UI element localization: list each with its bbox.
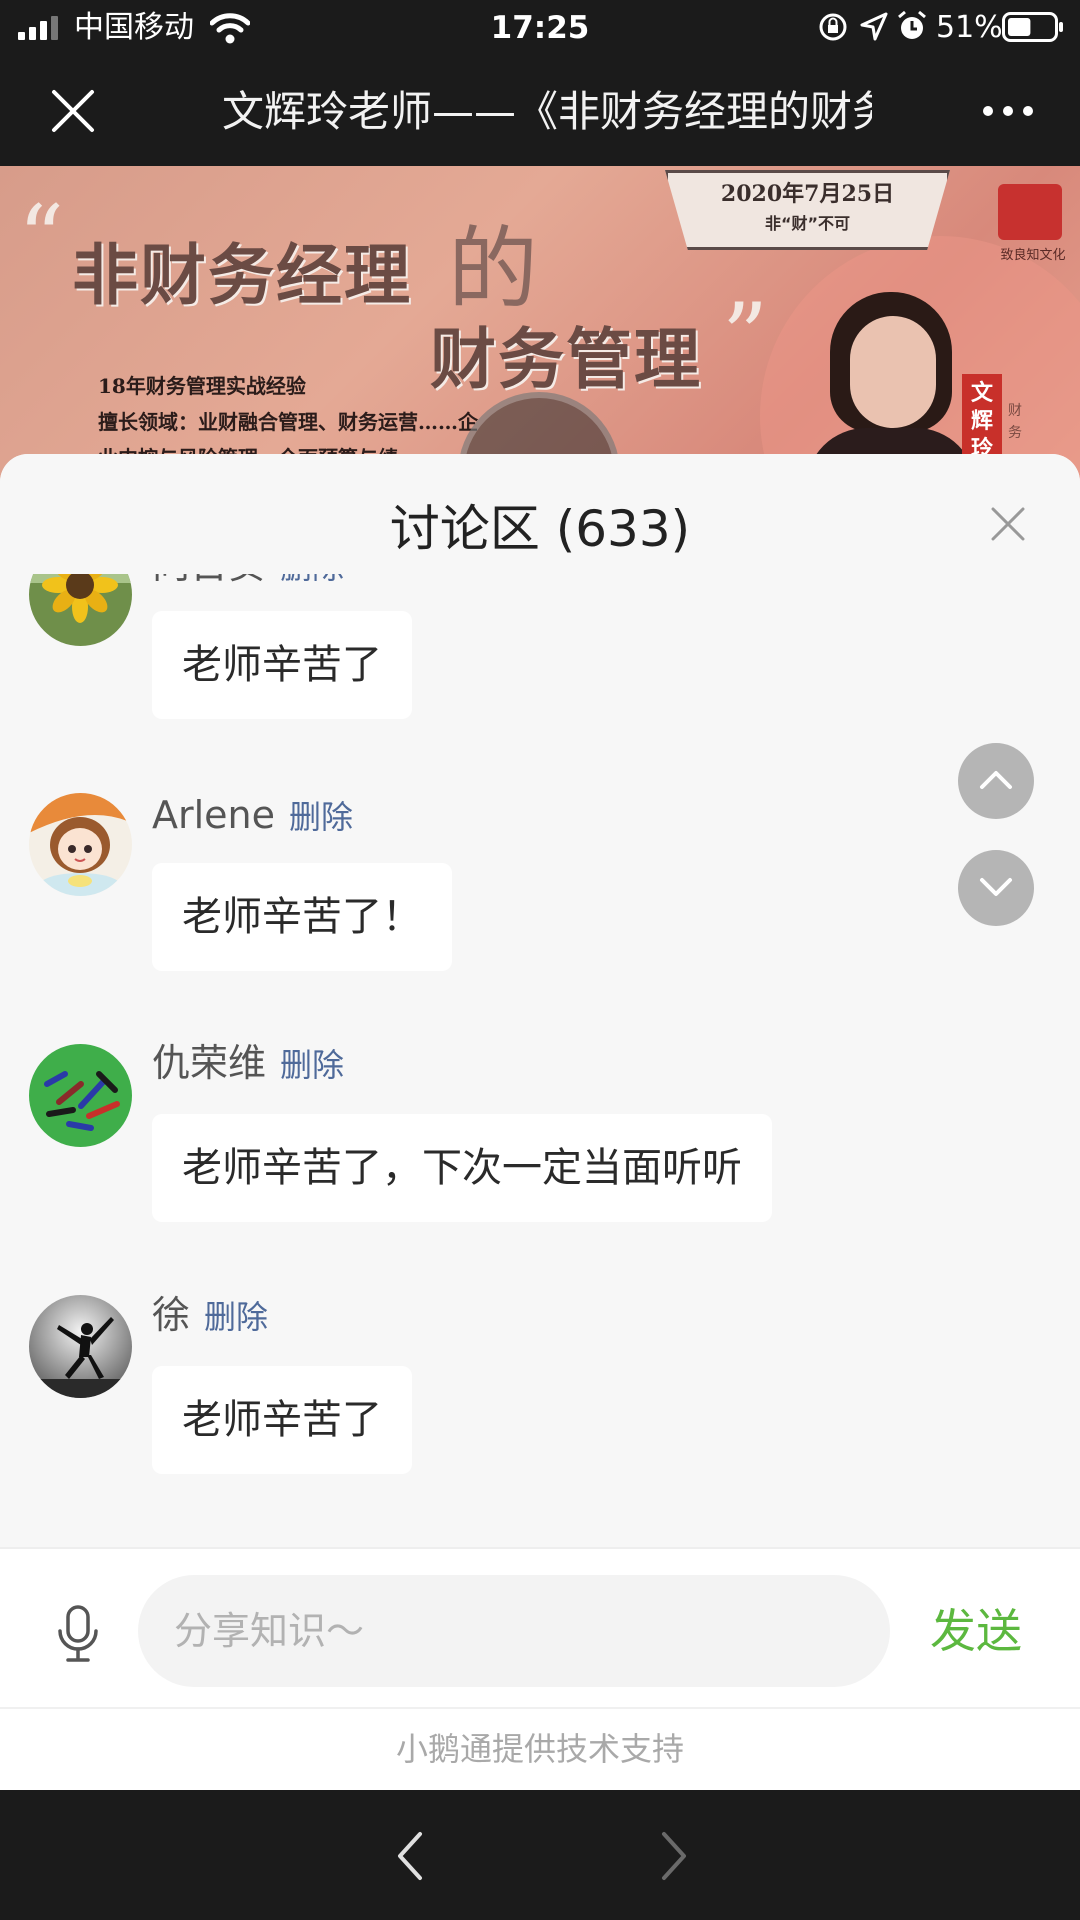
powered-by: 小鹅通提供技术支持 bbox=[0, 1707, 1080, 1790]
speaker-name: 文辉玲 bbox=[970, 381, 993, 462]
chevron-down-icon bbox=[980, 878, 1012, 896]
banner-headline-3: 财务管理 bbox=[430, 321, 702, 398]
microphone-icon[interactable] bbox=[56, 1605, 100, 1663]
title-bar: 文辉玲老师——《非财务经理的财务管理》 bbox=[0, 56, 1080, 166]
comment-author: 徐 bbox=[152, 1293, 191, 1337]
comment-author: Arlene bbox=[152, 793, 276, 837]
banner-headline-1: 非财务经理 bbox=[72, 237, 412, 314]
avatar[interactable] bbox=[29, 1295, 132, 1398]
quote-open: “ bbox=[18, 186, 65, 291]
delete-link[interactable]: 删除 bbox=[289, 798, 353, 836]
scroll-up-button[interactable] bbox=[958, 743, 1034, 819]
delete-link[interactable]: 删除 bbox=[280, 1046, 344, 1084]
comment-bubble: 老师辛苦了！ bbox=[152, 863, 452, 971]
delete-link[interactable]: 删除 bbox=[204, 1298, 268, 1336]
back-arrow-icon[interactable] bbox=[392, 1830, 428, 1882]
quote-close: ” bbox=[722, 284, 769, 389]
banner-text-line: 擅长领域：业财融合管理、财务运营……企 bbox=[98, 410, 478, 434]
comment-bubble: 老师辛苦了 bbox=[152, 1366, 412, 1474]
scroll-down-button[interactable] bbox=[958, 850, 1034, 926]
discussion-title: 讨论区 (633) bbox=[389, 500, 691, 558]
comment-list[interactable]: 向日葵删除 老师辛苦了 bbox=[0, 454, 1080, 1547]
avatar[interactable] bbox=[29, 1044, 132, 1147]
page-title: 文辉玲老师——《非财务经理的财务管理》 bbox=[222, 87, 872, 136]
close-icon[interactable] bbox=[990, 506, 1026, 542]
status-bar: 中国移动 17:25 51% bbox=[0, 0, 1080, 56]
location-icon bbox=[860, 12, 888, 41]
forward-arrow-icon[interactable] bbox=[656, 1830, 692, 1882]
video-banner[interactable]: 2020年7月25日 非“财”不可 致良知文化 “ 非财务经理 的 财务管理 ”… bbox=[0, 166, 1080, 486]
orientation-lock-icon bbox=[819, 13, 847, 41]
chevron-up-icon bbox=[980, 771, 1012, 789]
comment-bubble: 老师辛苦了 bbox=[152, 611, 412, 719]
alarm-icon bbox=[898, 10, 926, 39]
discussion-header: 讨论区 (633) bbox=[0, 454, 1080, 574]
speaker-face bbox=[850, 316, 936, 428]
comment-author-row: Arlene 删除 bbox=[152, 790, 353, 840]
banner-side-text: 财务 bbox=[1008, 403, 1022, 441]
battery-icon bbox=[1002, 12, 1063, 42]
comment-author: 仇荣维 bbox=[152, 1041, 267, 1085]
banner-date: 2020年7月25日 bbox=[720, 181, 895, 207]
banner-slogan: 非“财”不可 bbox=[764, 214, 851, 233]
battery-percent: 51% bbox=[936, 10, 1003, 45]
avatar[interactable] bbox=[29, 793, 132, 896]
send-button[interactable]: 发送 bbox=[930, 1601, 1022, 1661]
seal-logo bbox=[998, 184, 1062, 240]
comment-author-row: 徐删除 bbox=[152, 1290, 268, 1340]
close-icon[interactable] bbox=[50, 88, 96, 134]
browser-nav-bar bbox=[0, 1790, 1080, 1920]
comment-author-row: 仇荣维 删除 bbox=[152, 1038, 344, 1088]
comment-composer: 发送 bbox=[0, 1547, 1080, 1707]
comment-input[interactable] bbox=[138, 1575, 890, 1687]
discussion-panel: 向日葵删除 老师辛苦了 bbox=[0, 454, 1080, 1790]
banner-text-line: 18年财务管理实战经验 bbox=[98, 374, 306, 398]
more-icon[interactable] bbox=[980, 100, 1036, 122]
comment-bubble: 老师辛苦了，下次一定当面听听 bbox=[152, 1114, 772, 1222]
seal-caption: 致良知文化 bbox=[1000, 248, 1066, 263]
